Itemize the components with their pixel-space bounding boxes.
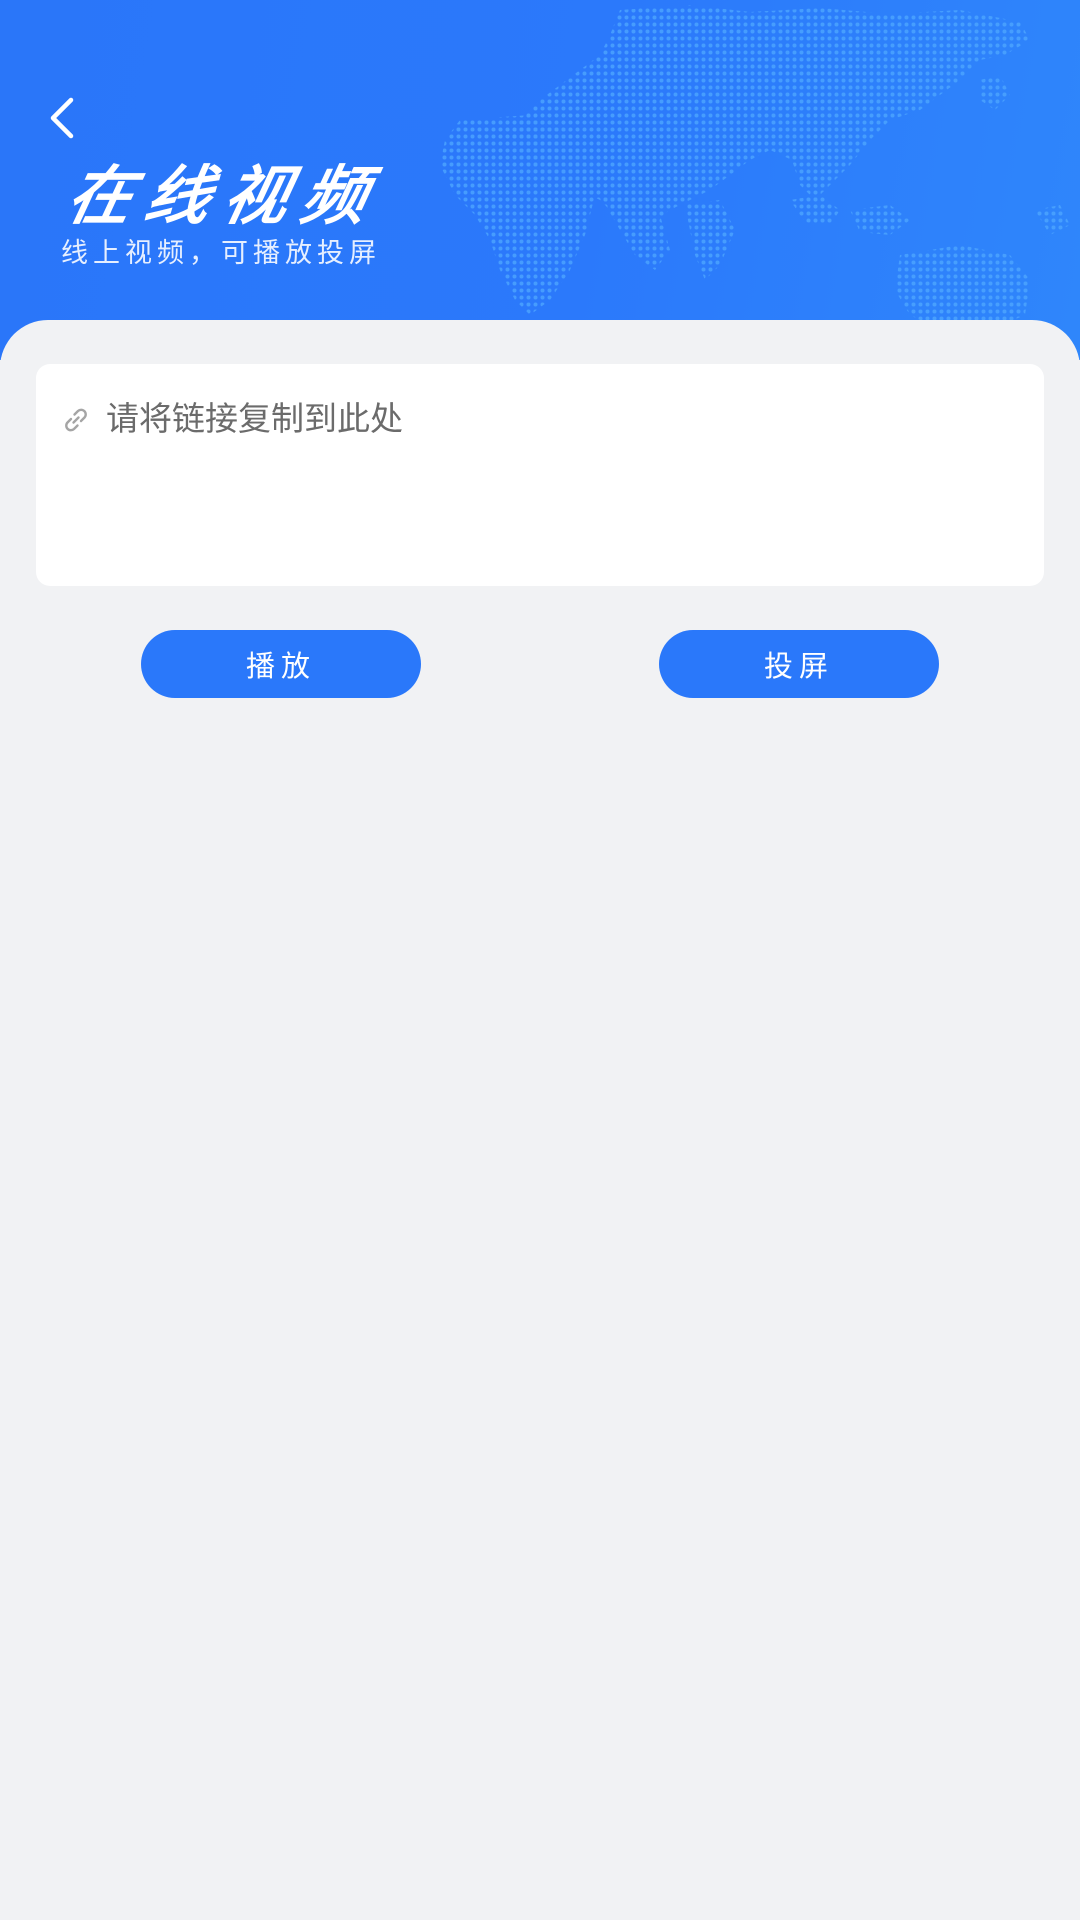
page-title: 在线视频: [60, 160, 389, 234]
link-input-card[interactable]: [36, 364, 1044, 586]
back-button[interactable]: [40, 92, 84, 144]
chevron-left-icon: [50, 97, 74, 139]
header-banner: 在线视频 线上视频，可播放投屏: [0, 0, 1080, 360]
cast-button[interactable]: 投屏: [659, 630, 939, 698]
page-subtitle: 线上视频，可播放投屏: [61, 238, 381, 269]
world-map-dots-decoration: [440, 5, 1070, 330]
play-button[interactable]: 播放: [141, 630, 421, 698]
main-content: 播放 投屏: [0, 320, 1080, 1920]
link-icon: [65, 408, 87, 432]
link-input[interactable]: [106, 394, 1006, 442]
